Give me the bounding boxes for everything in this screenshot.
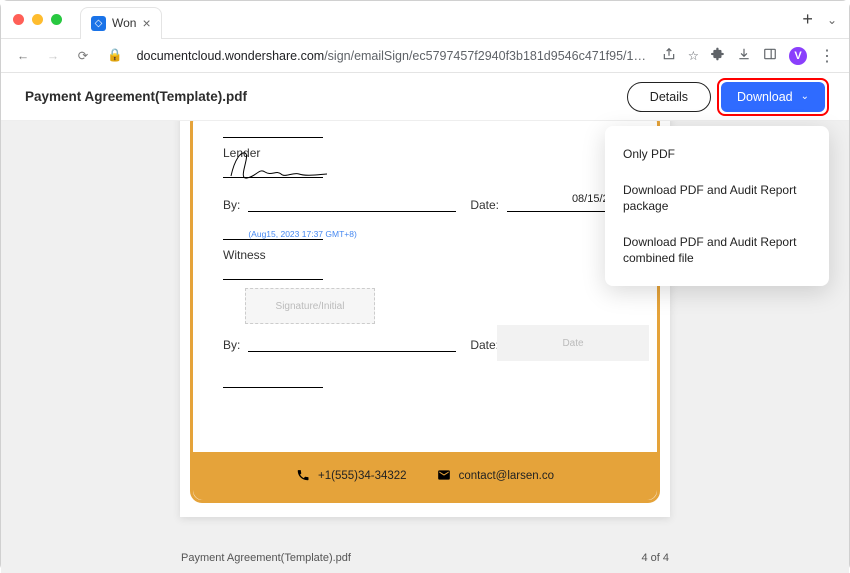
- star-icon[interactable]: ☆: [688, 48, 699, 63]
- forward-icon: →: [45, 49, 61, 63]
- signature-timestamp: (Aug15, 2023 17:37 GMT+8): [248, 229, 356, 239]
- reload-icon[interactable]: ⟳: [75, 48, 91, 63]
- date-label: Date:: [470, 338, 499, 352]
- url-domain: documentcloud.wondershare.com: [137, 49, 325, 63]
- date-label: Date:: [470, 198, 499, 212]
- browser-tab[interactable]: ◇ Won ×: [80, 7, 162, 39]
- lender-sign-row: By: (Aug15, 2023 17:37 GMT+8) Date: 08/1…: [223, 186, 627, 212]
- toolbar-right: ☆ V ⋮: [662, 46, 835, 66]
- date-line[interactable]: Date: [507, 351, 627, 352]
- details-button[interactable]: Details: [627, 82, 711, 112]
- dropdown-item-only-pdf[interactable]: Only PDF: [605, 136, 829, 172]
- signature-line[interactable]: [248, 351, 456, 352]
- header-actions: Details Download ⌄ Only PDF Download PDF…: [627, 82, 825, 112]
- chevron-down-icon: ⌄: [801, 91, 809, 102]
- close-window-icon[interactable]: [13, 14, 24, 25]
- share-icon[interactable]: [662, 47, 676, 64]
- date-placeholder[interactable]: Date: [497, 325, 649, 361]
- tab-title: Won: [112, 16, 136, 30]
- lock-icon[interactable]: 🔒: [107, 48, 123, 63]
- download-button[interactable]: Download ⌄: [721, 82, 825, 112]
- download-dropdown: Only PDF Download PDF and Audit Report p…: [605, 126, 829, 287]
- minimize-window-icon[interactable]: [32, 14, 43, 25]
- page-content-frame: Lender By: (Aug15, 2023 17:37 GMT+8) Dat…: [190, 121, 660, 503]
- document-page: Lender By: (Aug15, 2023 17:37 GMT+8) Dat…: [180, 121, 670, 517]
- page-indicator: 4 of 4: [641, 552, 669, 564]
- back-icon[interactable]: ←: [15, 49, 31, 63]
- email-icon: [437, 468, 451, 485]
- status-filename: Payment Agreement(Template).pdf: [181, 552, 351, 564]
- document-footer-bar: +1(555)34-34322 contact@larsen.co: [193, 452, 657, 500]
- download-icon[interactable]: [737, 47, 751, 64]
- signature-icon: [223, 150, 333, 184]
- new-tab-button[interactable]: +: [802, 9, 813, 30]
- signature-line[interactable]: (Aug15, 2023 17:37 GMT+8): [248, 211, 456, 212]
- tabs-overflow-icon[interactable]: ⌄: [827, 13, 837, 27]
- witness-label: Witness: [223, 248, 627, 262]
- app-header: Payment Agreement(Template).pdf Details …: [1, 73, 849, 121]
- field-line: [223, 374, 323, 388]
- browser-menu-icon[interactable]: ⋮: [819, 46, 835, 66]
- status-bar: Payment Agreement(Template).pdf 4 of 4: [1, 543, 849, 573]
- signature-placeholder[interactable]: Signature/Initial: [245, 288, 375, 324]
- maximize-window-icon[interactable]: [51, 14, 62, 25]
- phone-text: +1(555)34-34322: [318, 470, 407, 482]
- close-tab-icon[interactable]: ×: [142, 15, 150, 31]
- browser-toolbar: ← → ⟳ 🔒 documentcloud.wondershare.com/si…: [1, 39, 849, 73]
- url-path: /sign/emailSign/ec5797457f2940f3b181d954…: [324, 49, 648, 63]
- download-label: Download: [737, 90, 793, 104]
- field-line: [223, 124, 323, 138]
- dropdown-item-combined[interactable]: Download PDF and Audit Report combined f…: [605, 224, 829, 276]
- profile-avatar[interactable]: V: [789, 47, 807, 65]
- favicon-icon: ◇: [91, 16, 106, 31]
- email-text: contact@larsen.co: [459, 470, 554, 482]
- extensions-icon[interactable]: [711, 47, 725, 64]
- download-highlight: Download ⌄: [721, 82, 825, 112]
- by-label: By:: [223, 338, 240, 352]
- by-label: By:: [223, 198, 240, 212]
- phone-icon: [296, 468, 310, 485]
- field-line: [223, 266, 323, 280]
- address-bar[interactable]: documentcloud.wondershare.com/sign/email…: [137, 49, 648, 63]
- witness-sign-row: By: Date: Date: [223, 326, 627, 352]
- document-title: Payment Agreement(Template).pdf: [25, 89, 247, 104]
- panel-icon[interactable]: [763, 47, 777, 64]
- witness-signature-area: Signature/Initial By: Date: Date: [223, 288, 627, 352]
- dropdown-item-package[interactable]: Download PDF and Audit Report package: [605, 172, 829, 224]
- traffic-lights[interactable]: [13, 14, 62, 25]
- footer-email: contact@larsen.co: [437, 468, 554, 485]
- window-titlebar: ◇ Won × + ⌄: [1, 1, 849, 39]
- footer-phone: +1(555)34-34322: [296, 468, 407, 485]
